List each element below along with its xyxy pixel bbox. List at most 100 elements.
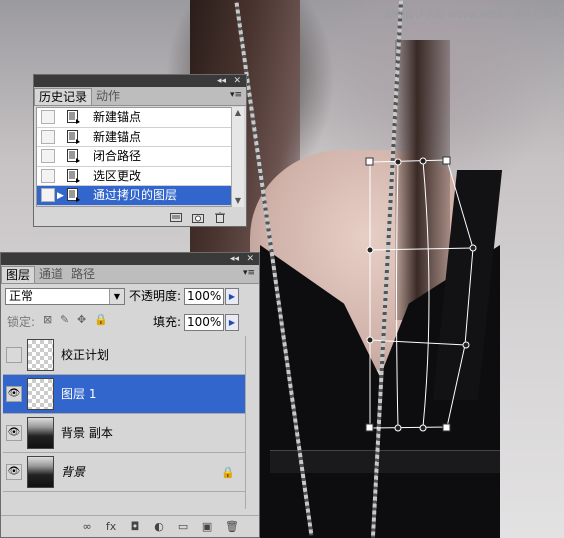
warp-v2 [422, 160, 430, 428]
eye-icon[interactable]: 👁 [6, 386, 22, 402]
layers-titlebar[interactable]: ◂◂ ✕ [1, 253, 259, 265]
eye-icon[interactable]: 👁 [6, 425, 22, 441]
warp-corner-bl [365, 423, 374, 432]
fill-label: 填充: [153, 315, 182, 329]
snapshot-checkbox[interactable] [41, 110, 55, 124]
snapshot-checkbox[interactable] [41, 188, 55, 202]
tab-paths[interactable]: 路径 [67, 266, 99, 283]
opacity-label: 不透明度: [129, 289, 182, 303]
layers-tabs: 图层 通道 路径 ▾≡ [1, 265, 259, 284]
history-bottom-bar [34, 208, 246, 226]
new-document-from-state-icon[interactable] [170, 212, 182, 223]
lock-label: 锁定: [7, 315, 36, 329]
folder-icon[interactable]: ▭ [177, 520, 189, 533]
panel-menu-icon[interactable]: ▾≡ [243, 268, 255, 278]
panel-menu-icon[interactable]: ▾≡ [230, 90, 242, 100]
lock-all-icon[interactable]: 🔒 [94, 314, 108, 325]
blend-opacity-row: 正常 ▼ 不透明度: 100% ▶ [3, 285, 259, 307]
opacity-input[interactable]: 100% [184, 288, 224, 305]
warp-handle [366, 246, 374, 254]
warp-corner-tl [365, 157, 374, 166]
warp-handle [394, 424, 402, 432]
history-panel: ◂◂ ✕ 历史记录 动作 ▾≡ 新建锚点 新建锚点 闭合路径 选区更改 ▶ 通过… [33, 74, 247, 227]
history-state-icon [67, 110, 80, 124]
trash-icon[interactable]: 🗑 [225, 520, 239, 533]
history-scrollbar[interactable]: ▲ ▼ [231, 107, 244, 207]
layer-thumbnail [27, 417, 54, 449]
blend-mode-value: 正常 [9, 289, 34, 303]
layer-row-selected[interactable]: 👁 图层 1 [3, 375, 245, 414]
tab-history[interactable]: 历史记录 [34, 88, 93, 105]
chevron-down-icon: ▼ [109, 289, 124, 304]
blend-mode-select[interactable]: 正常 ▼ [5, 288, 125, 305]
history-item[interactable]: 闭合路径 [37, 147, 231, 167]
layers-scrollbar[interactable] [245, 336, 259, 509]
layer-row[interactable]: 校正计划 [3, 336, 245, 375]
lock-pixels-brush-icon[interactable]: ✎ [60, 314, 71, 325]
eye-icon[interactable]: 👁 [6, 464, 22, 480]
warp-outline [369, 159, 474, 429]
lock-transparency-icon[interactable]: ⊠ [43, 314, 54, 325]
layer-name[interactable]: 图层 1 [61, 386, 96, 403]
snapshot-checkbox[interactable] [41, 149, 55, 163]
fx-icon[interactable]: fx [105, 520, 117, 533]
tab-channels[interactable]: 通道 [35, 266, 67, 283]
camera-snapshot-icon[interactable] [192, 212, 204, 223]
history-item[interactable]: 新建锚点 [37, 108, 231, 128]
history-tabs: 历史记录 动作 ▾≡ [34, 87, 246, 106]
history-state-marker-icon: ▶ [57, 191, 64, 201]
history-item-label: 闭合路径 [93, 149, 142, 163]
history-state-icon [67, 168, 80, 183]
warp-h2 [369, 339, 467, 346]
warp-corner-tr [442, 156, 451, 165]
history-item[interactable]: 新建锚点 [37, 128, 231, 147]
snapshot-checkbox[interactable] [41, 168, 55, 183]
history-item-label: 新建锚点 [93, 129, 142, 144]
fill-slider-button[interactable]: ▶ [225, 314, 239, 331]
link-icon[interactable]: ∞ [81, 520, 93, 533]
adjustment-icon[interactable]: ◐ [153, 520, 165, 533]
history-titlebar[interactable]: ◂◂ ✕ [34, 75, 246, 87]
snapshot-checkbox[interactable] [41, 129, 55, 144]
layer-thumbnail [27, 456, 54, 488]
trash-icon[interactable] [214, 211, 226, 223]
fill-input[interactable]: 100% [184, 314, 224, 331]
close-icon[interactable]: ✕ [246, 253, 254, 265]
layer-row[interactable]: 👁 背景 🔒 [3, 453, 245, 492]
opacity-slider-button[interactable]: ▶ [225, 288, 239, 305]
warp-handle [469, 244, 477, 252]
close-icon[interactable]: ✕ [233, 75, 241, 87]
collapse-icon[interactable]: ◂◂ [217, 75, 226, 87]
layer-name[interactable]: 背景 副本 [61, 425, 113, 442]
warp-v1 [396, 161, 399, 428]
warp-handle [462, 341, 470, 349]
history-item-label: 新建锚点 [93, 110, 142, 124]
lock-position-move-icon[interactable]: ✥ [77, 314, 88, 325]
tab-layers[interactable]: 图层 [1, 266, 36, 283]
visibility-toggle-empty[interactable] [6, 347, 22, 363]
layer-list: 校正计划 👁 图层 1 👁 背景 副本 👁 背景 🔒 [3, 336, 245, 509]
lock-icon: 🔒 [221, 466, 235, 479]
collapse-icon[interactable]: ◂◂ [230, 253, 239, 265]
lock-options: ⊠ ✎ ✥ 🔒 [43, 314, 108, 325]
warp-handle [419, 424, 427, 432]
history-state-icon [67, 149, 80, 163]
layer-name[interactable]: 校正计划 [61, 347, 109, 364]
layer-row[interactable]: 👁 背景 副本 [3, 414, 245, 453]
history-item-selected[interactable]: ▶ 通过拷贝的图层 [37, 186, 231, 206]
warp-handle [419, 157, 427, 165]
warp-handle [366, 336, 374, 344]
tab-actions[interactable]: 动作 [92, 88, 124, 105]
scroll-down-icon[interactable]: ▼ [232, 195, 244, 207]
layer-thumbnail [27, 339, 54, 371]
history-state-icon [67, 129, 80, 144]
new-layer-icon[interactable]: ▣ [201, 520, 213, 533]
mask-icon[interactable]: ◘ [129, 520, 141, 533]
layers-bottom-bar: ∞ fx ◘ ◐ ▭ ▣ 🗑 [1, 515, 259, 537]
scroll-up-icon[interactable]: ▲ [232, 107, 244, 119]
layer-thumbnail [27, 378, 54, 410]
warp-handle [394, 158, 402, 166]
layer-name[interactable]: 背景 [61, 464, 85, 481]
warp-h1 [369, 247, 474, 251]
history-item[interactable]: 选区更改 [37, 167, 231, 186]
